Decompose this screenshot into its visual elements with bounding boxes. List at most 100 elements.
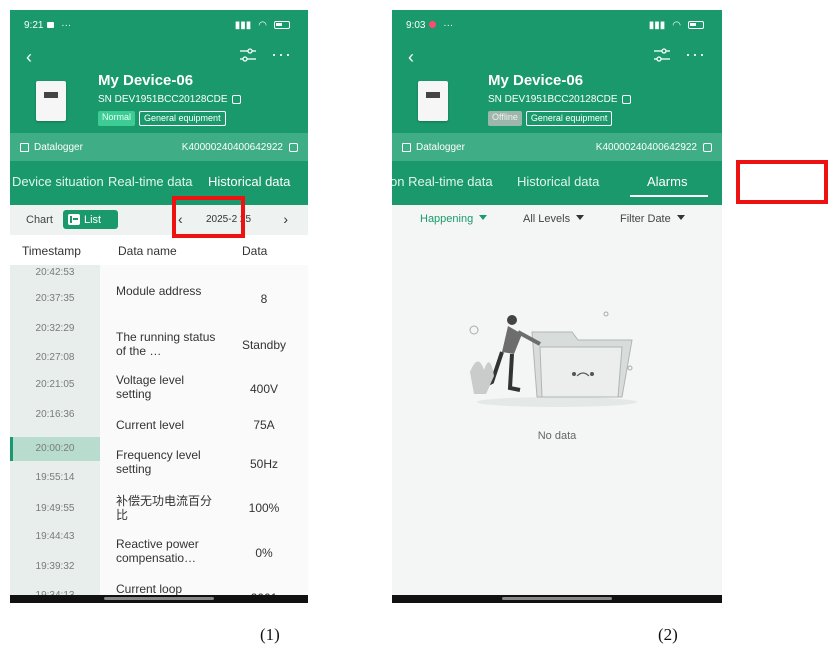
column-data-name: Data name: [118, 244, 177, 258]
status-badge: Normal: [98, 111, 136, 126]
chart-toggle[interactable]: Chart: [26, 214, 53, 226]
device-sn: SN DEV1951BCC20128CDE: [488, 94, 631, 105]
datalogger-row[interactable]: Datalogger K40000240400642922: [392, 133, 722, 161]
levels-filter[interactable]: All Levels: [523, 213, 585, 225]
date-next-button[interactable]: ›: [283, 211, 288, 227]
data-list: Module address 8 The running status of t…: [100, 265, 308, 603]
timestamp-item[interactable]: 20:32:29: [10, 323, 100, 334]
data-name-cell: The running status of the …: [116, 330, 216, 358]
list-label: List: [84, 213, 102, 226]
timestamp-item[interactable]: 20:16:36: [10, 409, 100, 420]
datalogger-id: K40000240400642922: [181, 141, 283, 153]
datalogger-icon: [20, 142, 29, 152]
data-value-cell: 50Hz: [249, 457, 278, 471]
signal-icon: ▮▮▮: [648, 19, 666, 31]
device-sn-text: SN DEV1951BCC20128CDE: [98, 94, 228, 105]
timestamp-item[interactable]: 19:55:14: [10, 472, 100, 483]
timestamp-item[interactable]: 20:37:35: [10, 293, 100, 304]
data-value-cell: 400V: [249, 382, 279, 396]
notification-icon: [429, 20, 437, 28]
timestamp-item[interactable]: 19:39:32: [10, 561, 100, 572]
data-name-cell: Voltage level setting: [116, 373, 185, 401]
type-badge: General equipment: [525, 111, 613, 126]
data-name-cell: Reactive power compensatio…: [116, 537, 199, 565]
more-options-icon[interactable]: ···: [271, 45, 292, 63]
column-data: Data: [242, 244, 268, 258]
data-name-cell: Current loop: [116, 582, 183, 596]
phone-screen-historical-data: 9:21 ··· ▮▮▮ ◠ ‹ ··· My Device-06 SN DEV1…: [10, 10, 308, 603]
timestamp-list: 20:42:53 20:37:35 20:32:29 20:27:08 20:2…: [10, 265, 100, 603]
levels-label: All Levels: [523, 213, 571, 225]
phone-screen-alarms: 9:03 ··· ▮▮▮ ◠ ‹ ··· My Device-06 SN DEV1…: [392, 10, 722, 603]
home-indicator[interactable]: [392, 595, 722, 603]
back-arrow-icon[interactable]: ‹: [408, 48, 414, 66]
type-badge: General equipment: [139, 111, 226, 126]
chevron-down-icon: [576, 215, 585, 220]
device-header: 9:21 ··· ▮▮▮ ◠ ‹ ··· My Device-06 SN DEV1…: [10, 10, 308, 133]
copy-icon[interactable]: [621, 95, 631, 104]
tab-real-time-data[interactable]: on Real-time data: [392, 174, 493, 189]
tab-historical-data[interactable]: Historical data: [517, 174, 599, 189]
tab-device-situation[interactable]: Device situation: [12, 174, 104, 189]
empty-state-illustration: [469, 311, 637, 407]
home-indicator[interactable]: [10, 595, 308, 603]
device-badges: Offline General equipment: [488, 111, 613, 126]
device-name: My Device-06: [488, 72, 584, 89]
datalogger-row[interactable]: Datalogger K40000240400642922: [10, 133, 308, 161]
datalogger-label: Datalogger: [34, 141, 83, 153]
wifi-icon: ◠: [258, 19, 267, 31]
record-icon: [47, 21, 55, 28]
timestamp-item[interactable]: 19:49:55: [10, 503, 100, 514]
empty-state-text: No data: [537, 430, 577, 442]
copy-icon[interactable]: [289, 142, 298, 152]
settings-sliders-icon[interactable]: [240, 48, 256, 62]
table-header: Timestamp Data name Data: [10, 235, 308, 265]
copy-icon[interactable]: [703, 142, 712, 152]
chevron-down-icon: [479, 215, 488, 220]
data-value-cell: 8: [260, 292, 268, 306]
tab-historical-data[interactable]: Historical data: [208, 174, 290, 189]
status-dots: ···: [61, 19, 72, 31]
data-name-cell: Module address: [116, 284, 202, 298]
back-arrow-icon[interactable]: ‹: [26, 48, 32, 66]
caption-1: (1): [260, 625, 280, 644]
status-badge: Offline: [488, 111, 522, 126]
timestamp-item[interactable]: 19:44:43: [10, 531, 100, 542]
battery-icon: [274, 21, 290, 29]
data-value-cell: 100%: [248, 501, 280, 515]
tab-bar: on Real-time data Historical data Alarms: [392, 161, 722, 205]
list-toggle-button[interactable]: List: [63, 210, 118, 229]
battery-icon: [688, 21, 704, 29]
data-value-cell: 0%: [255, 546, 273, 560]
data-name-cell: Frequency level setting: [116, 448, 201, 476]
timestamp-item[interactable]: 20:27:08: [10, 352, 100, 363]
settings-sliders-icon[interactable]: [654, 48, 670, 62]
timestamp-item[interactable]: 20:21:05: [10, 379, 100, 390]
device-badges: Normal General equipment: [98, 111, 226, 126]
datalogger-label: Datalogger: [416, 141, 465, 153]
tab-bar: Device situation Real-time data Historic…: [10, 161, 308, 205]
timestamp-item-selected[interactable]: 20:00:20: [10, 443, 100, 454]
date-filter-label: Filter Date: [620, 213, 671, 225]
status-dots: ···: [443, 19, 454, 31]
happening-filter[interactable]: Happening: [420, 213, 488, 225]
more-options-icon[interactable]: ···: [685, 45, 706, 63]
signal-icon: ▮▮▮: [234, 19, 252, 31]
timestamp-item[interactable]: 20:42:53: [10, 267, 100, 278]
alarm-filters: Happening All Levels Filter Date: [392, 205, 722, 233]
happening-label: Happening: [420, 213, 474, 225]
datalogger-icon: [402, 142, 411, 152]
device-image: [418, 81, 448, 121]
tab-real-time-data[interactable]: Real-time data: [108, 174, 193, 189]
tab-alarms[interactable]: Alarms: [647, 174, 687, 189]
device-image: [36, 81, 66, 121]
active-tab-indicator: [630, 195, 708, 197]
date-filter[interactable]: Filter Date: [620, 213, 685, 225]
copy-icon[interactable]: [231, 95, 241, 104]
device-header: 9:03 ··· ▮▮▮ ◠ ‹ ··· My Device-06 SN DEV1…: [392, 10, 722, 133]
device-sn-text: SN DEV1951BCC20128CDE: [488, 94, 618, 105]
status-bar: 9:03 ··· ▮▮▮ ◠: [406, 18, 708, 32]
data-name-cell: 补偿无功电流百分比: [116, 494, 213, 522]
column-timestamp: Timestamp: [22, 244, 81, 258]
view-controls: Chart List ‹ 2025-2 25 ›: [10, 205, 308, 235]
